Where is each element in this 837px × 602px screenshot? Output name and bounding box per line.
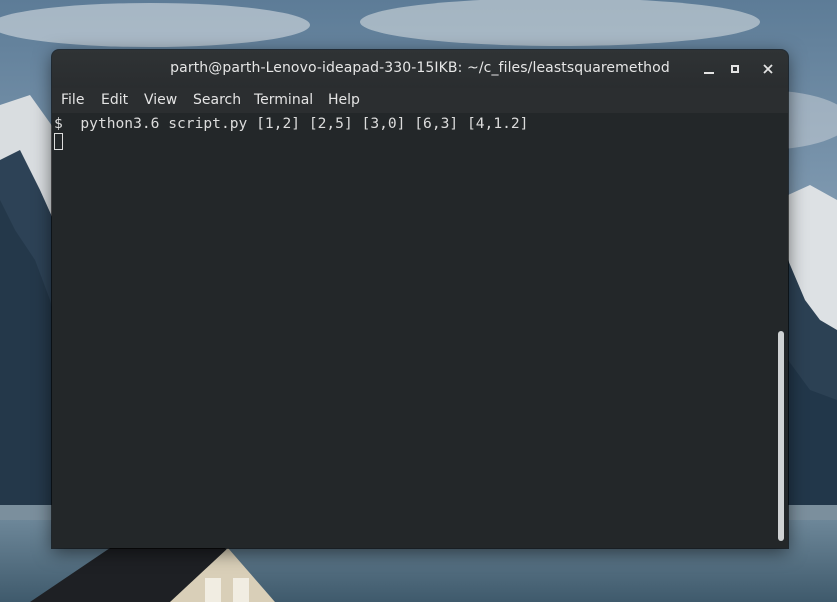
menu-bar: File Edit View Search Terminal Help [52, 88, 788, 113]
minimize-button[interactable] [698, 58, 720, 80]
terminal-window: parth@parth-Lenovo-ideapad-330-15IKB: ~/… [52, 50, 788, 548]
terminal-output-area[interactable]: $ python3.6 script.py [1,2] [2,5] [3,0] … [52, 113, 774, 548]
maximize-icon [724, 63, 746, 75]
window-titlebar[interactable]: parth@parth-Lenovo-ideapad-330-15IKB: ~/… [52, 50, 788, 88]
text-cursor [54, 133, 63, 150]
minimize-icon [698, 63, 720, 75]
window-title: parth@parth-Lenovo-ideapad-330-15IKB: ~/… [170, 60, 670, 76]
close-button[interactable] [757, 58, 779, 80]
command-text: python3.6 script.py [1,2] [2,5] [3,0] [6… [80, 115, 529, 132]
menu-view[interactable]: View [144, 92, 177, 108]
command-line: $ python3.6 script.py [1,2] [2,5] [3,0] … [54, 115, 528, 132]
menu-search[interactable]: Search [193, 92, 241, 108]
menu-help[interactable]: Help [328, 92, 360, 108]
menu-terminal[interactable]: Terminal [254, 92, 313, 108]
scrollbar[interactable] [774, 113, 788, 548]
menu-file[interactable]: File [61, 92, 84, 108]
maximize-button[interactable] [724, 58, 746, 80]
close-icon [757, 63, 779, 75]
menu-edit[interactable]: Edit [101, 92, 128, 108]
scrollbar-thumb[interactable] [778, 331, 784, 541]
prompt-symbol: $ [54, 115, 63, 132]
